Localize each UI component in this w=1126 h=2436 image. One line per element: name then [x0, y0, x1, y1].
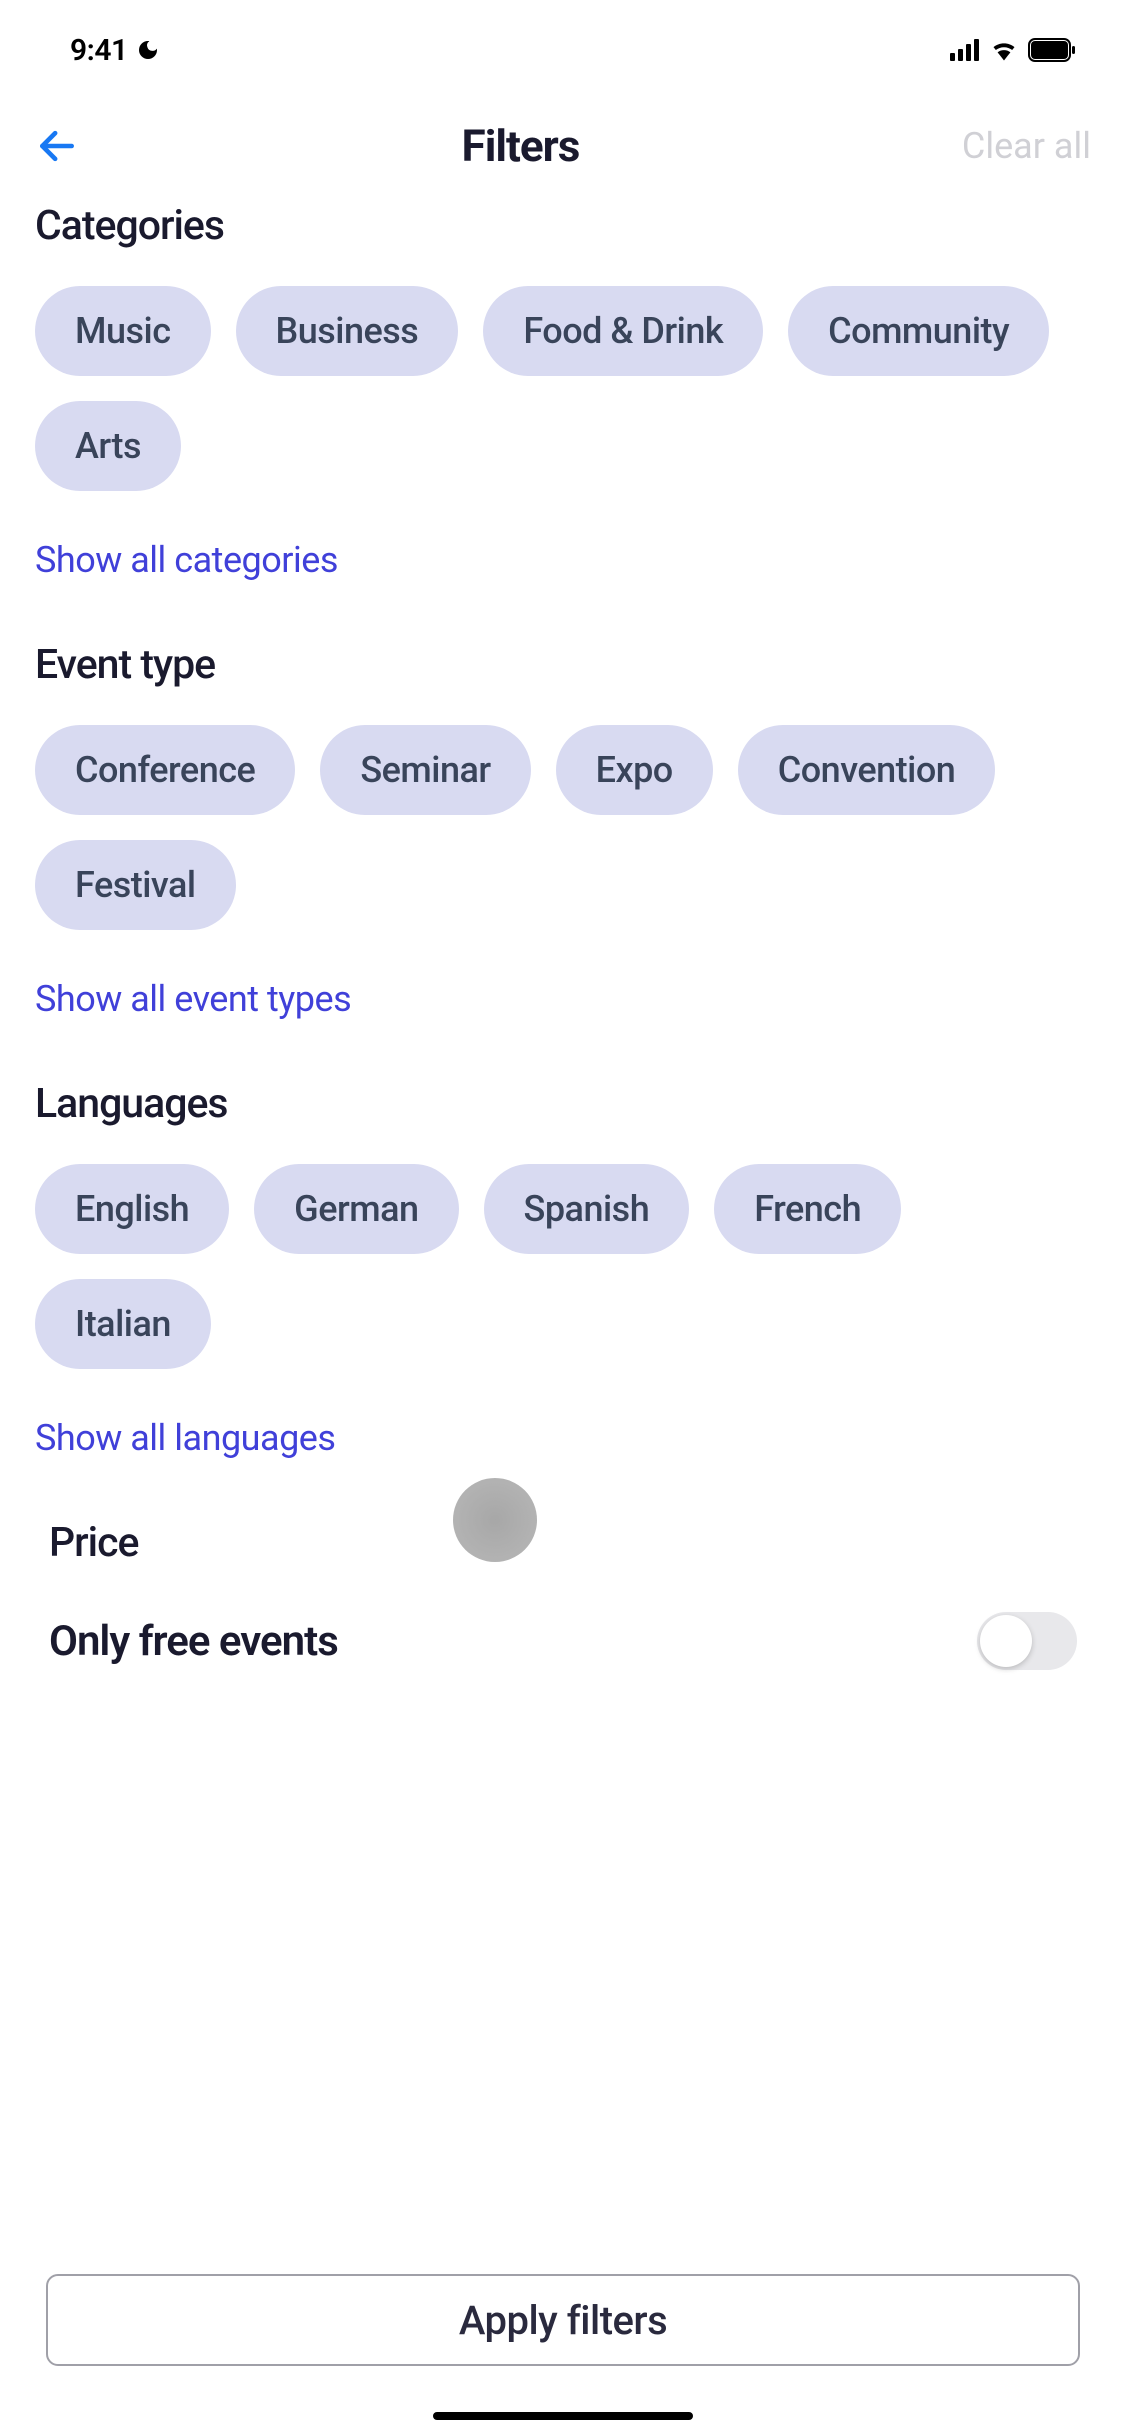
chip-festival[interactable]: Festival: [35, 840, 236, 930]
header: Filters Clear all: [0, 90, 1126, 202]
event-type-title: Event type: [35, 641, 1091, 689]
languages-title: Languages: [35, 1080, 1091, 1128]
chip-business[interactable]: Business: [236, 286, 459, 376]
status-time: 9:41: [70, 33, 128, 68]
show-all-languages[interactable]: Show all languages: [35, 1417, 1091, 1459]
toggle-knob: [980, 1615, 1032, 1667]
apply-filters-button[interactable]: Apply filters: [46, 2274, 1080, 2366]
chip-spanish[interactable]: Spanish: [484, 1164, 690, 1254]
languages-section: Languages English German Spanish French …: [35, 1080, 1091, 1459]
chip-seminar[interactable]: Seminar: [320, 725, 530, 815]
chip-expo[interactable]: Expo: [556, 725, 713, 815]
chip-arts[interactable]: Arts: [35, 401, 181, 491]
status-left: 9:41: [70, 33, 160, 68]
chip-german[interactable]: German: [254, 1164, 458, 1254]
clear-all-button[interactable]: Clear all: [962, 125, 1091, 167]
chip-italian[interactable]: Italian: [35, 1279, 211, 1369]
home-indicator[interactable]: [433, 2412, 693, 2420]
price-title: Price: [49, 1519, 1077, 1567]
free-events-row: Only free events: [49, 1612, 1077, 1670]
page-title: Filters: [462, 120, 580, 172]
touch-indicator: [453, 1478, 537, 1562]
show-all-categories[interactable]: Show all categories: [35, 539, 1091, 581]
status-right: [950, 38, 1076, 62]
categories-chips: Music Business Food & Drink Community Ar…: [35, 286, 1091, 491]
free-events-label: Only free events: [49, 1617, 338, 1666]
price-section: Price Only free events: [35, 1519, 1091, 1670]
bottom-gradient: [0, 2116, 1126, 2216]
event-type-section: Event type Conference Seminar Expo Conve…: [35, 641, 1091, 1020]
chip-music[interactable]: Music: [35, 286, 211, 376]
categories-title: Categories: [35, 202, 1091, 250]
moon-icon: [136, 38, 160, 62]
status-bar: 9:41: [0, 0, 1126, 90]
event-type-chips: Conference Seminar Expo Convention Festi…: [35, 725, 1091, 930]
languages-chips: English German Spanish French Italian: [35, 1164, 1091, 1369]
signal-icon: [950, 39, 980, 61]
categories-section: Categories Music Business Food & Drink C…: [35, 202, 1091, 581]
battery-icon: [1028, 38, 1076, 62]
wifi-icon: [990, 39, 1018, 61]
free-events-toggle[interactable]: [977, 1612, 1077, 1670]
chip-convention[interactable]: Convention: [738, 725, 996, 815]
back-arrow-icon[interactable]: [35, 124, 79, 168]
chip-community[interactable]: Community: [788, 286, 1049, 376]
chip-english[interactable]: English: [35, 1164, 229, 1254]
footer: Apply filters: [0, 2244, 1126, 2436]
chip-french[interactable]: French: [714, 1164, 901, 1254]
content: Categories Music Business Food & Drink C…: [0, 202, 1126, 1670]
chip-food-drink[interactable]: Food & Drink: [483, 286, 763, 376]
show-all-event-types[interactable]: Show all event types: [35, 978, 1091, 1020]
chip-conference[interactable]: Conference: [35, 725, 295, 815]
